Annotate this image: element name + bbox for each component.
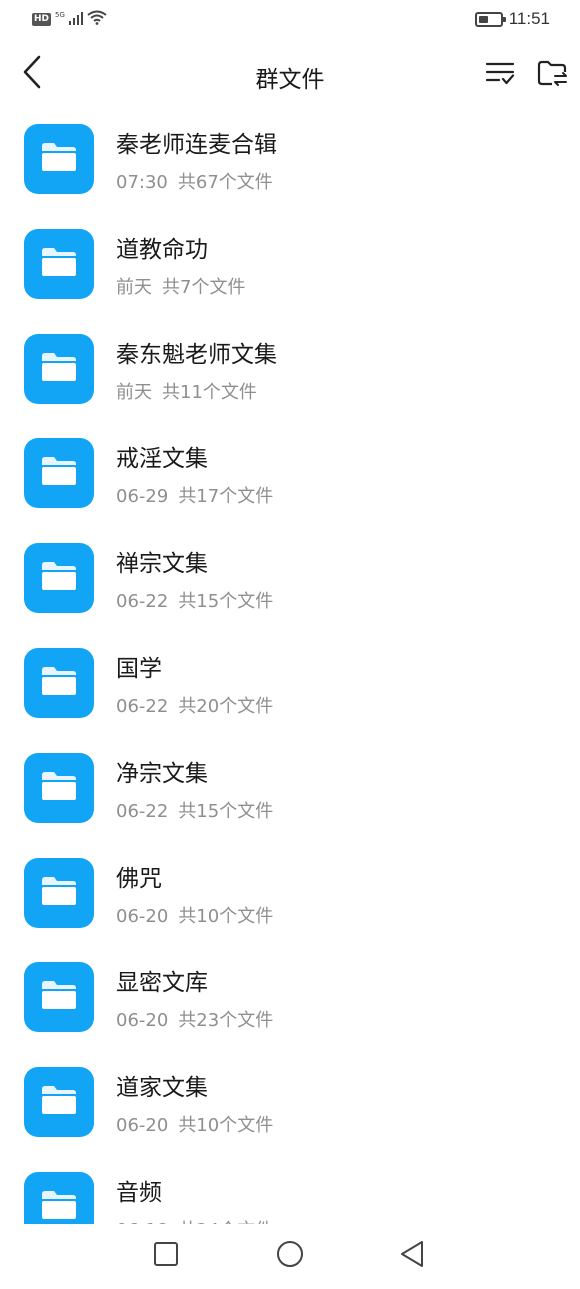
folder-icon: [40, 665, 78, 701]
folder-name: 禅宗文集: [116, 551, 208, 578]
folder-date: 06-29: [116, 486, 169, 508]
battery-level-fill: [478, 15, 488, 23]
folder-list-item[interactable]: 国学 06-22 共20个文件: [0, 634, 580, 739]
folder-tile: [24, 962, 94, 1033]
folder-icon: [40, 1084, 78, 1120]
folder-icon: [40, 246, 78, 282]
folder-icon: [40, 560, 78, 596]
hd-badge: HD: [32, 13, 52, 26]
recents-button[interactable]: [150, 1240, 182, 1272]
system-nav-bar: [0, 1224, 580, 1289]
folder-meta: 06-22 共15个文件: [116, 587, 273, 613]
folder-file-count: 共15个文件: [178, 591, 274, 613]
folder-name: 秦东魁老师文集: [116, 341, 277, 368]
folder-name: 秦老师连麦合辑: [116, 132, 277, 158]
wifi-icon: [87, 10, 107, 29]
home-circle-icon: [276, 1240, 304, 1272]
signal-icon: [68, 10, 83, 29]
folder-meta: 06-20 共10个文件: [116, 1111, 273, 1137]
back-nav-button[interactable]: [396, 1240, 428, 1272]
folder-list-item[interactable]: 禅宗文集 06-22 共15个文件: [0, 529, 580, 634]
folder-file-count: 共11个文件: [162, 381, 257, 403]
folder-icon: [40, 141, 78, 177]
folder-date: 06-20: [116, 1010, 169, 1032]
folder-name: 显密文库: [116, 970, 208, 997]
folder-date: 06-20: [116, 905, 169, 927]
folder-meta: 前天 共7个文件: [116, 273, 245, 299]
folder-tile: [24, 752, 94, 823]
status-time: 11:51: [508, 9, 550, 28]
folder-name: 净宗文集: [116, 760, 208, 787]
status-bar: HD 5G 11:51: [0, 0, 580, 40]
folder-name: 音频: [116, 1179, 162, 1206]
folder-icon: [40, 875, 78, 911]
folder-tile: [24, 1171, 94, 1224]
folder-date: 前天: [116, 381, 152, 403]
folder-date: 07:30: [116, 172, 168, 193]
folder-name: 道家文集: [116, 1075, 208, 1102]
folder-icon: [40, 979, 78, 1015]
folder-meta: 06-22 共15个文件: [116, 797, 273, 823]
folder-tile: [24, 333, 94, 404]
folder-meta: 06-18共24个文件: [116, 1216, 273, 1224]
folder-meta: 06-20 共23个文件: [116, 1006, 273, 1032]
folder-list-item[interactable]: 道教命功前天 共7个文件: [0, 215, 580, 320]
folder-list-item[interactable]: 戒淫文集 06-29 共17个文件: [0, 424, 580, 529]
folder-list-item[interactable]: 显密文库 06-20 共23个文件: [0, 948, 580, 1053]
folder-file-count: 共20个文件: [178, 695, 274, 717]
folder-tile: [24, 543, 94, 614]
folder-meta: 前天 共11个文件: [116, 378, 257, 404]
transfer-button[interactable]: [534, 58, 570, 92]
folder-icon: [40, 1189, 78, 1224]
folder-tile: [24, 438, 94, 509]
folder-list[interactable]: 秦老师连麦合辑 07:30 共67个文件 道教命功 前天 共7个文件 秦东魁老师文集 前天 共1…: [0, 110, 580, 1224]
home-button[interactable]: [274, 1240, 306, 1272]
folder-icon: [40, 351, 78, 387]
folder-tile: [24, 124, 94, 194]
folder-meta: 06-20 共10个文件: [116, 902, 273, 928]
folder-file-count: 共67个文件: [177, 172, 273, 193]
folder-date: 06-22: [116, 591, 169, 613]
folder-name: 道教命功: [116, 236, 208, 263]
folder-name: 戒淫文集: [116, 446, 208, 473]
folder-file-count: 共17个文件: [178, 486, 274, 508]
network-type-label: 5G: [55, 10, 65, 19]
folder-name: 佛咒: [116, 865, 162, 892]
folder-name: 国学: [116, 655, 162, 682]
folder-tile: [24, 1067, 94, 1138]
folder-meta: 06-22 共20个文件: [116, 692, 273, 718]
folder-tile: [24, 857, 94, 928]
sort-select-icon: [485, 60, 515, 90]
folder-list-item[interactable]: 佛咒 06-20 共10个文件: [0, 844, 580, 949]
folder-date: 前天: [116, 276, 152, 298]
folder-transfer-icon: [536, 59, 568, 91]
title-bar: 群文件: [0, 40, 580, 110]
recents-square-icon: [153, 1241, 179, 1271]
folder-meta: 07:30 共67个文件: [116, 168, 273, 194]
folder-icon: [40, 770, 78, 806]
folder-date: 06-22: [116, 695, 169, 717]
folder-file-count: 共23个文件: [178, 1010, 274, 1032]
folder-icon: [40, 455, 78, 491]
folder-file-count: 共10个文件: [178, 1115, 274, 1137]
folder-file-count: 共15个文件: [178, 800, 274, 822]
folder-tile: [24, 228, 94, 299]
folder-date: 06-22: [116, 800, 169, 822]
folder-list-item[interactable]: 音频 06-18共24个文件: [0, 1158, 580, 1224]
sort-button[interactable]: [482, 58, 518, 92]
battery-icon: [474, 11, 506, 27]
folder-file-count: 共7个文件: [162, 276, 246, 298]
folder-tile: [24, 647, 94, 718]
folder-date: 06-20: [116, 1115, 169, 1137]
back-triangle-icon: [399, 1240, 425, 1272]
folder-list-item[interactable]: 道家文集 06-20 共10个文件: [0, 1053, 580, 1158]
folder-list-item[interactable]: 秦东魁老师文集 前天 共11个文件: [0, 320, 580, 425]
folder-list-item[interactable]: 秦老师连麦合辑 07:30 共67个文件: [0, 110, 580, 215]
folder-file-count: 共10个文件: [178, 905, 274, 927]
status-left: HD 5G: [32, 10, 107, 29]
folder-list-item[interactable]: 净宗文集 06-22 共15个文件: [0, 739, 580, 844]
status-right: 11:51: [474, 9, 550, 29]
folder-meta: 06-29 共17个文件: [116, 482, 273, 508]
